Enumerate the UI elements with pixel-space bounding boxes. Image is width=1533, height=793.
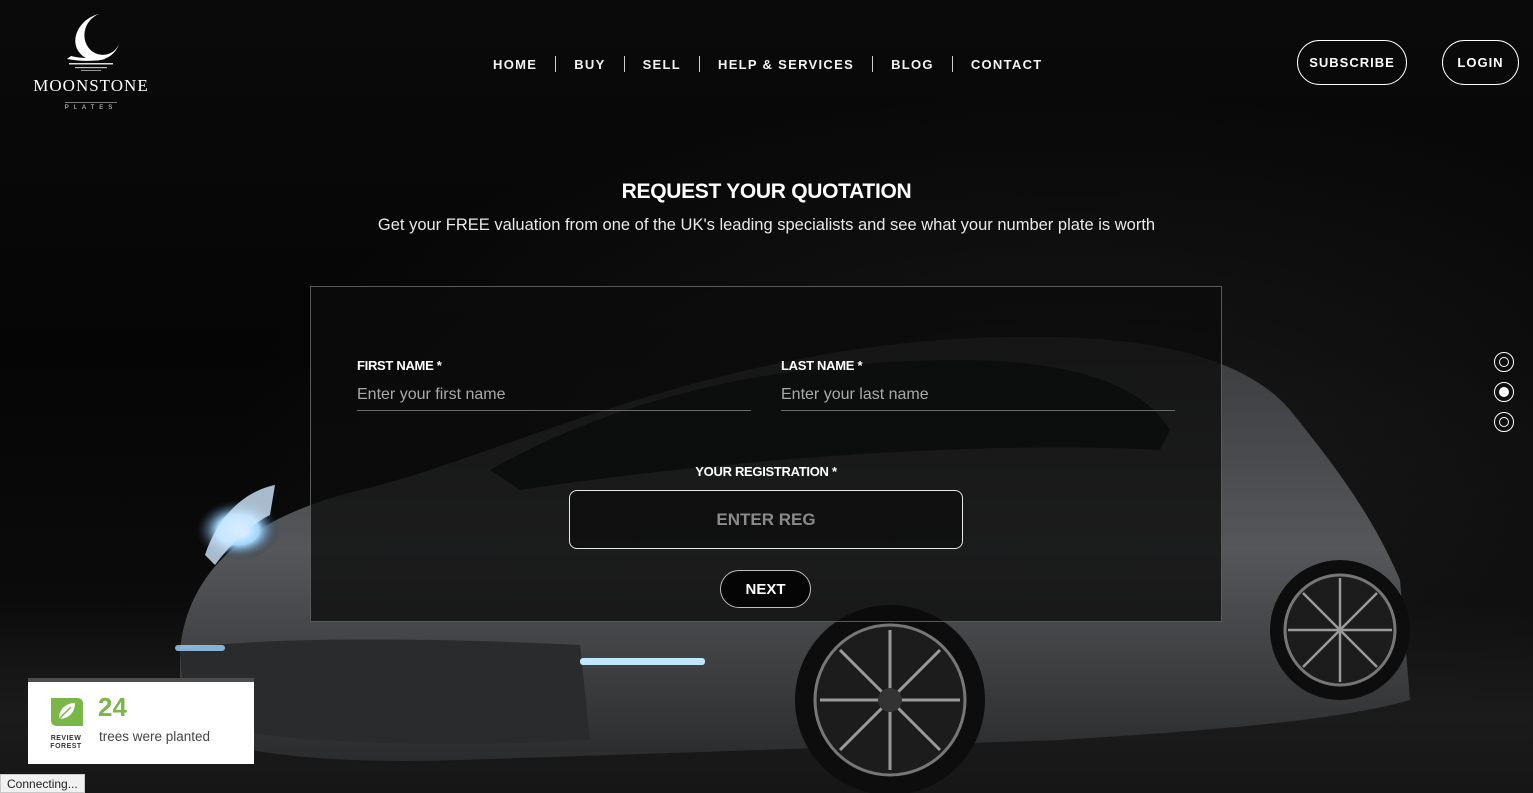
slide-dot-3[interactable] [1494,412,1514,432]
review-forest-logo: REVIEW FOREST [46,692,86,751]
leaf-icon [51,698,83,726]
review-forest-logo-line1: REVIEW [50,735,82,742]
brand-tagline: PLATES [64,102,118,111]
review-forest-widget[interactable]: REVIEW FOREST 24 trees were planted [28,678,254,764]
trees-caption: trees were planted [99,729,211,744]
first-name-label: FIRST NAME * [357,358,442,373]
nav-help-services[interactable]: HELP & SERVICES [700,57,872,72]
brand-logo[interactable]: MOONSTONE PLATES [28,12,154,116]
first-name-input[interactable] [357,380,751,411]
slide-indicator [1494,352,1514,442]
nav-sell[interactable]: SELL [625,57,699,72]
nav-contact[interactable]: CONTACT [953,57,1061,72]
last-name-input[interactable] [781,380,1175,411]
trees-count: 24 [98,692,127,722]
slide-dot-2-active[interactable] [1494,382,1514,402]
main-nav: HOME BUY SELL HELP & SERVICES BLOG CONTA… [475,54,1061,74]
review-forest-logo-line2: FOREST [50,743,82,750]
moon-icon [67,14,119,71]
slide-dot-1[interactable] [1494,352,1514,372]
brand-name: MOONSTONE [33,76,149,95]
dot-ring-icon [1499,417,1509,427]
nav-buy[interactable]: BUY [556,57,623,72]
registration-label: YOUR REGISTRATION * [695,464,837,479]
login-button[interactable]: LOGIN [1442,40,1519,85]
quotation-form: FIRST NAME * LAST NAME * YOUR REGISTRATI… [310,286,1222,622]
next-button[interactable]: NEXT [720,570,811,608]
subscribe-button[interactable]: SUBSCRIBE [1297,40,1407,85]
page-subtitle: Get your FREE valuation from one of the … [377,216,1156,234]
browser-status-bar: Connecting... [0,774,85,793]
last-name-label: LAST NAME * [781,358,863,373]
registration-input[interactable] [569,490,963,549]
nav-home[interactable]: HOME [475,57,555,72]
nav-blog[interactable]: BLOG [873,57,952,72]
dot-ring-icon [1499,357,1509,367]
dot-filled-icon [1499,387,1509,397]
page-title: REQUEST YOUR QUOTATION [621,180,912,203]
